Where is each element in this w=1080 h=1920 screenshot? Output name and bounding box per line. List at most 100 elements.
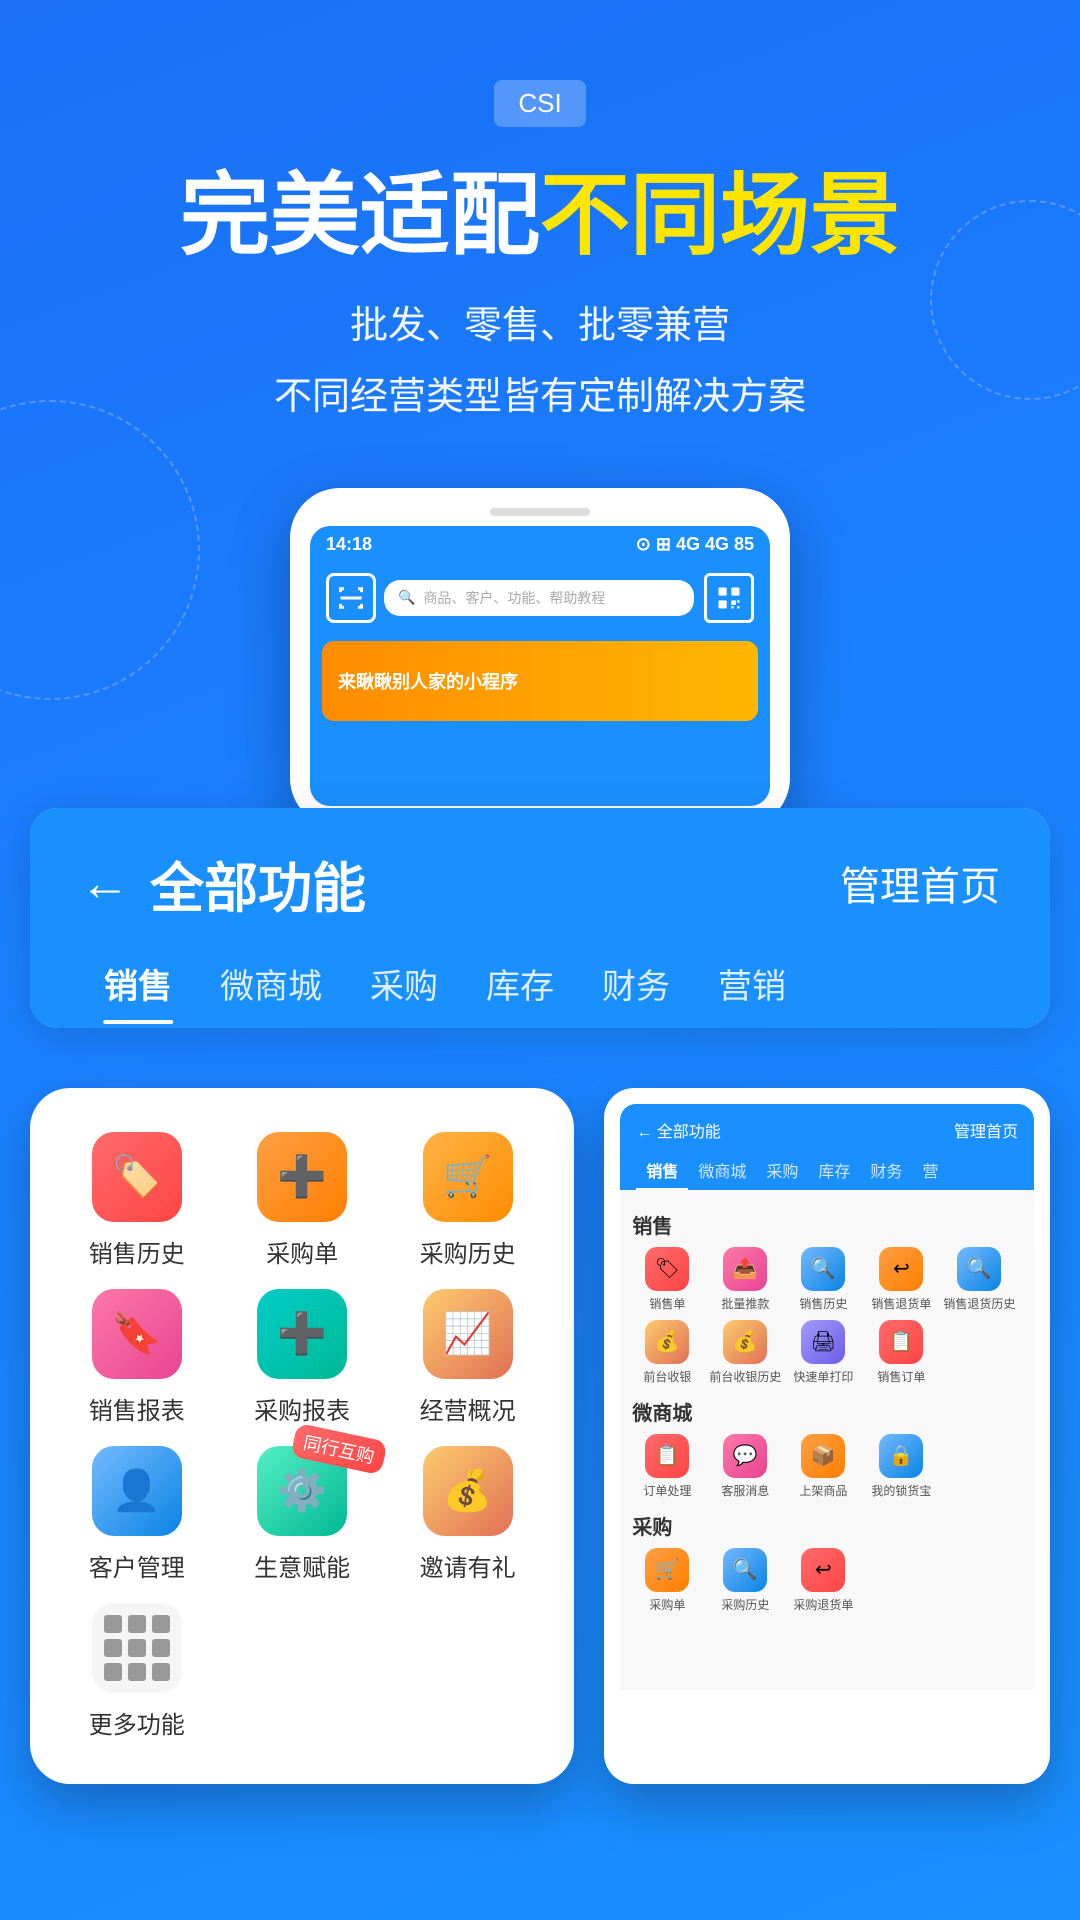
business-overview-icon[interactable]: 📈 [423,1289,513,1379]
mini-icon-label: 采购历史 [721,1596,769,1613]
mini-tab-inventory[interactable]: 库存 [808,1152,860,1190]
mini-purchase-history[interactable]: 🔍 [723,1548,767,1592]
mini-purchase-return[interactable]: ↩ [801,1548,845,1592]
mini-batch-push[interactable]: 📤 [723,1247,767,1291]
subtitle2: 不同经营类型皆有定制解决方案 [60,367,1020,428]
list-item: 🔍 销售退货历史 [944,1247,1014,1312]
mini-sales-history[interactable]: 🔍 [801,1247,845,1291]
icon-label: 客户管理 [89,1548,185,1583]
sales-report-icon[interactable]: 🔖 [92,1289,182,1379]
mini-tab-sales[interactable]: 销售 [636,1152,688,1190]
list-item: ➕ 采购单 [229,1132,374,1269]
mini-icon-label: 销售单 [649,1295,685,1312]
mini-sales-order2[interactable]: 📋 [879,1320,923,1364]
tab-marketing[interactable]: 营销 [694,943,810,1024]
icon-label: 采购单 [266,1234,338,1269]
mini-quick-print[interactable]: 🖨 [801,1320,845,1364]
status-bar: 14:18 ⊙ ⊞ 4G 4G 85 [310,526,770,563]
bottom-area: 🏷️ 销售历史 ➕ 采购单 🛒 采购历史 🔖 销售报表 ➕ 采购报表 📈 [0,1048,1080,1844]
mini-sales-order[interactable]: 🏷 [645,1247,689,1291]
list-item: 🛒 采购历史 [395,1132,540,1269]
list-item: 同行互购 ⚙️ 生意赋能 [229,1446,374,1583]
tab-wechat-mall[interactable]: 微商城 [196,943,346,1024]
mini-sales-return-history[interactable]: 🔍 [957,1247,1001,1291]
list-item: 🏷️ 销售历史 [64,1132,209,1269]
function-card-header: ← 全部功能 管理首页 [30,808,1050,923]
mini-tab-purchase[interactable]: 采购 [756,1152,808,1190]
icon-grid: 🏷️ 销售历史 ➕ 采购单 🛒 采购历史 🔖 销售报表 ➕ 采购报表 📈 [54,1112,550,1760]
list-item: 🔍 销售历史 [788,1247,858,1312]
mini-tab-marketing[interactable]: 营 [912,1152,948,1190]
purchase-history-icon[interactable]: 🛒 [423,1132,513,1222]
mini-section-purchase: 采购 [632,1511,1022,1540]
list-item: 🖨 快速单打印 [788,1320,858,1385]
tab-sales[interactable]: 销售 [80,943,196,1024]
phone-notch [490,508,590,516]
mini-manage-home[interactable]: 管理首页 [954,1118,1018,1142]
list-item: ↩ 销售退货单 [866,1247,936,1312]
icon-label: 生意赋能 [254,1548,350,1583]
list-item: 🔖 销售报表 [64,1289,209,1426]
mini-purchase-order[interactable]: 🛒 [645,1548,689,1592]
list-item: 📋 订单处理 [632,1434,702,1499]
back-arrow-icon[interactable]: ← [80,854,130,912]
list-item: 🛒 采购单 [632,1548,702,1613]
mini-icon-label: 订单处理 [643,1482,691,1499]
title-yellow: 不同场景 [540,166,900,266]
search-placeholder: 商品、客户、功能、帮助教程 [423,588,605,608]
function-card: ← 全部功能 管理首页 销售 微商城 采购 库存 财务 营销 [30,808,1050,1028]
hero-section: CSI 完美适配不同场景 批发、零售、批零兼营 不同经营类型皆有定制解决方案 [0,0,1080,428]
mini-icon-label: 客服消息 [721,1482,769,1499]
icon-label: 更多功能 [89,1705,185,1740]
tab-finance[interactable]: 财务 [578,943,694,1024]
mini-back[interactable]: ← 全部功能 [636,1118,720,1142]
main-title: 完美适配不同场景 [60,167,1020,266]
icon-label: 销售报表 [89,1391,185,1426]
scan-area: 🔍 商品、客户、功能、帮助教程 [310,563,770,633]
function-tabs: 销售 微商城 采购 库存 财务 营销 [30,923,1050,1024]
mini-cashier-history[interactable]: 💰 [723,1320,767,1364]
tab-inventory[interactable]: 库存 [462,943,578,1024]
csi-tag: CSI [494,80,585,127]
mini-sales-return[interactable]: ↩ [879,1247,923,1291]
list-item: 📤 批量推款 [710,1247,780,1312]
mini-icon-label: 批量推款 [721,1295,769,1312]
customer-mgmt-icon[interactable]: 👤 [92,1446,182,1536]
invite-gift-icon[interactable]: 💰 [423,1446,513,1536]
mini-shelf-goods[interactable]: 📦 [801,1434,845,1478]
mini-lock-treasure[interactable]: 🔒 [879,1434,923,1478]
list-item: 💬 客服消息 [710,1434,780,1499]
list-item: 📋 销售订单 [866,1320,936,1385]
more-functions-icon[interactable] [92,1603,182,1693]
phone-screen: 14:18 ⊙ ⊞ 4G 4G 85 🔍 商品、客户、功能、帮助教程 [310,526,770,806]
list-item: 👤 客户管理 [64,1446,209,1583]
manage-home-link[interactable]: 管理首页 [840,854,1000,912]
list-item: 🔒 我的锁货宝 [866,1434,936,1499]
icon-label: 经营概况 [420,1391,516,1426]
mini-order-process[interactable]: 📋 [645,1434,689,1478]
tab-purchase[interactable]: 采购 [346,943,462,1024]
sales-history-icon[interactable]: 🏷️ [92,1132,182,1222]
phone-area: 14:18 ⊙ ⊞ 4G 4G 85 🔍 商品、客户、功能、帮助教程 [0,488,1080,828]
purchase-order-icon[interactable]: ➕ [257,1132,347,1222]
mini-cashier[interactable]: 💰 [645,1320,689,1364]
mini-icon-row-wechat: 📋 订单处理 💬 客服消息 📦 上架商品 🔒 我的锁货宝 [632,1434,1022,1499]
status-icons: ⊙ ⊞ 4G 4G 85 [636,534,754,555]
mini-tab-finance[interactable]: 财务 [860,1152,912,1190]
mini-icon-label: 采购单 [649,1596,685,1613]
mini-header-row: ← 全部功能 管理首页 [636,1118,1018,1142]
mini-tabs: 销售 微商城 采购 库存 财务 营 [636,1152,1018,1190]
mini-icon-label: 前台收银 [643,1368,691,1385]
purchase-report-icon[interactable]: ➕ [257,1289,347,1379]
mini-icon-row-purchase: 🛒 采购单 🔍 采购历史 ↩ 采购退货单 [632,1548,1022,1613]
mini-icon-label: 上架商品 [799,1482,847,1499]
icon-label: 采购历史 [420,1234,516,1269]
title-white: 完美适配 [180,166,540,266]
scan-icon[interactable] [326,573,376,623]
mini-section-wechat: 微商城 [632,1397,1022,1426]
qr-icon[interactable] [704,573,754,623]
mini-tab-wechat[interactable]: 微商城 [688,1152,756,1190]
list-item: 📦 上架商品 [788,1434,858,1499]
mini-customer-msg[interactable]: 💬 [723,1434,767,1478]
list-item: 💰 邀请有礼 [395,1446,540,1583]
